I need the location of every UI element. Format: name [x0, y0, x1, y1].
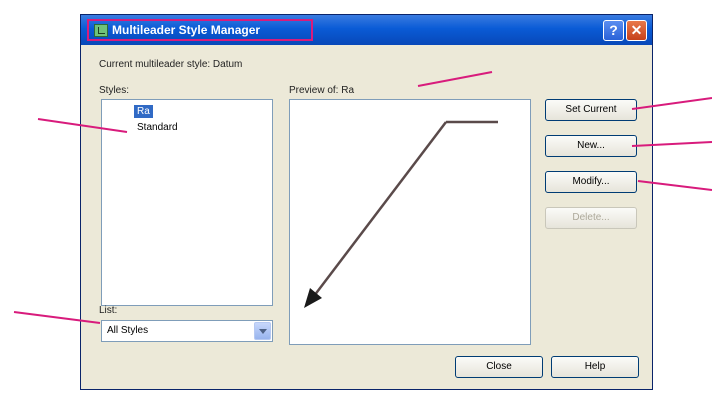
callout-line-styles — [37, 118, 128, 133]
callout-line-preview — [417, 71, 493, 87]
callout-lines — [13, 71, 712, 324]
screenshot-stage: Multileader Style Manager ? ✕ Current mu… — [0, 0, 712, 393]
callout-line-modify — [637, 180, 712, 191]
callout-line-new — [631, 141, 712, 147]
callout-line-list — [13, 311, 101, 324]
callout-line-set-current — [631, 97, 712, 110]
